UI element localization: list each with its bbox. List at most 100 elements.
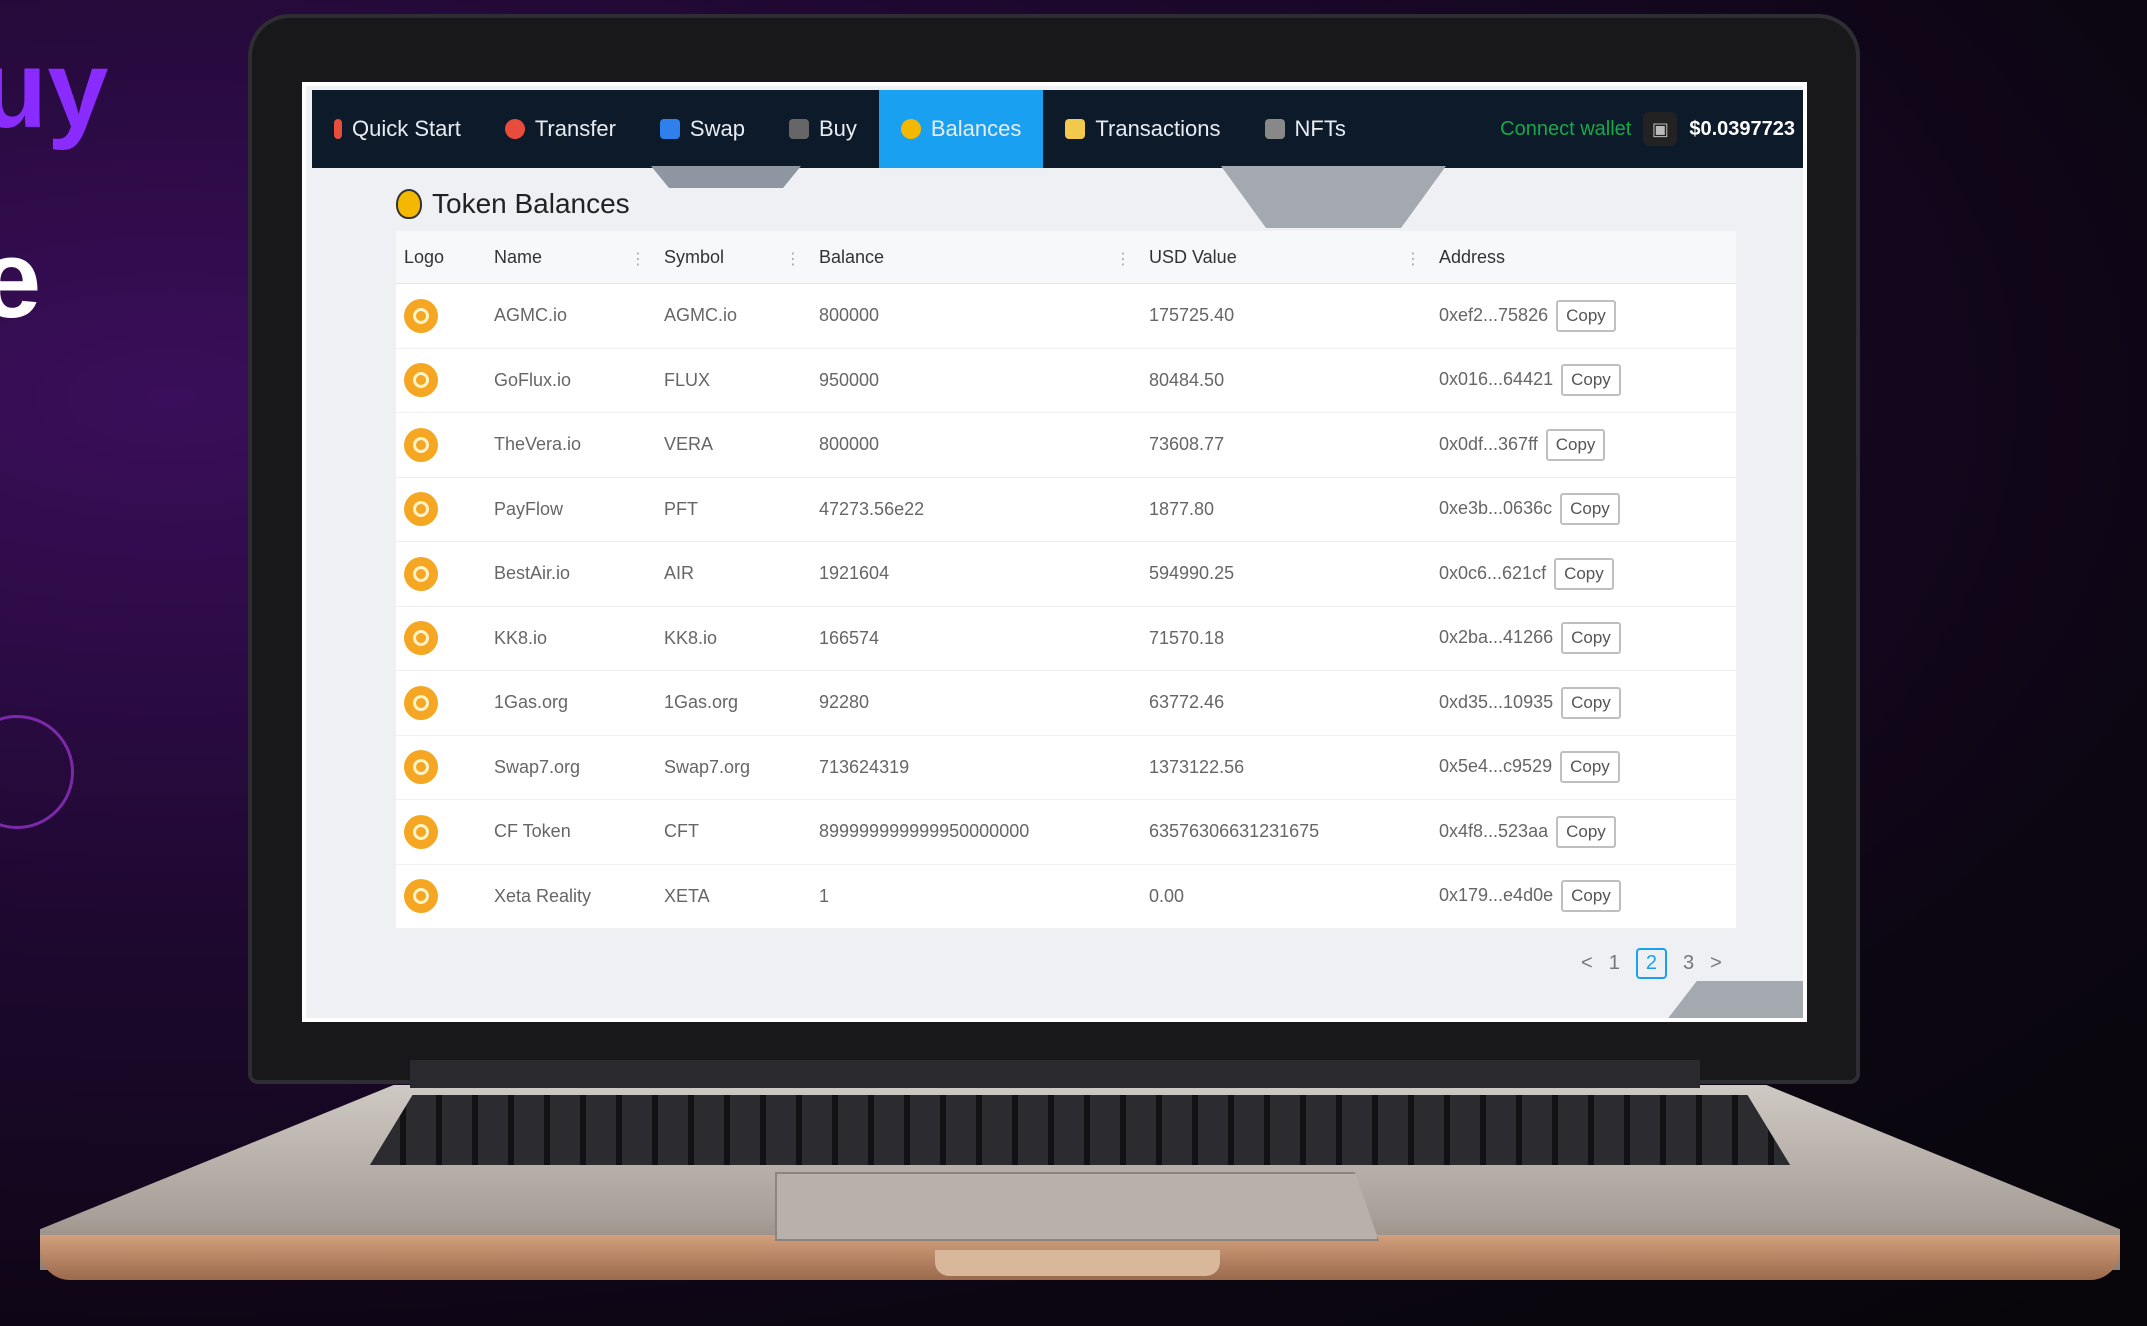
- tab-buy[interactable]: Buy: [767, 90, 879, 168]
- buy-icon: [788, 119, 809, 139]
- tab-swap[interactable]: Swap: [638, 90, 767, 168]
- token-logo-icon: [404, 556, 438, 591]
- cell-usd-value: 63772.46: [1141, 670, 1431, 736]
- cell-name: BestAir.io: [486, 541, 656, 607]
- cell-symbol: XETA: [656, 864, 811, 929]
- page-3-button[interactable]: 3: [1683, 952, 1694, 975]
- copy-button[interactable]: Copy: [1556, 299, 1616, 332]
- cell-symbol: Swap7.org: [656, 735, 811, 800]
- page-1-button[interactable]: 1: [1609, 952, 1620, 975]
- tab-label: NFTs: [1294, 116, 1346, 141]
- copy-button[interactable]: Copy: [1560, 751, 1620, 784]
- cell-address: 0x0df...367ff Copy: [1431, 412, 1736, 478]
- cell-name: CF Token: [486, 799, 656, 865]
- wallet-icon[interactable]: ▣: [1643, 112, 1678, 146]
- sort-icon[interactable]: ⋮: [1115, 249, 1131, 269]
- header-label: USD Value: [1149, 246, 1237, 267]
- sort-icon[interactable]: ⋮: [1405, 249, 1421, 269]
- balances-table-container: Logo Name ⋮ Symbol ⋮ Balance ⋮ USD Value ⋮ A…: [396, 231, 1736, 929]
- coin-bag-icon: [396, 189, 422, 219]
- column-header-balance[interactable]: Balance ⋮: [811, 231, 1141, 284]
- cell-address: 0x0c6...621cf Copy: [1431, 541, 1736, 607]
- cell-balance: 800000: [811, 412, 1141, 478]
- cell-usd-value: 1373122.56: [1141, 735, 1431, 800]
- decorative-shape: [1221, 166, 1446, 228]
- address-text: 0x2ba...41266: [1439, 627, 1554, 648]
- cell-balance: 1: [811, 864, 1141, 929]
- copy-button[interactable]: Copy: [1560, 493, 1620, 526]
- cell-logo: [396, 412, 486, 478]
- cell-logo: [396, 670, 486, 736]
- swap-icon: [659, 119, 680, 139]
- table-row: KK8.io KK8.io 166574 71570.18 0x2ba...41…: [396, 606, 1736, 671]
- nav-right: Connect wallet ▣ $0.0397723: [1500, 112, 1803, 146]
- cell-address: 0x5e4...c9529 Copy: [1431, 735, 1736, 800]
- token-logo-icon: [404, 621, 438, 656]
- token-logo-icon: [404, 750, 438, 785]
- table-header-row: Logo Name ⋮ Symbol ⋮ Balance ⋮ USD Value ⋮ A…: [396, 231, 1736, 284]
- token-logo-icon: [404, 879, 438, 914]
- copy-button[interactable]: Copy: [1545, 428, 1606, 461]
- cell-usd-value: 80484.50: [1141, 348, 1431, 413]
- decorative-ring: [0, 715, 74, 829]
- cell-logo: [396, 606, 486, 671]
- tab-transactions[interactable]: Transactions: [1043, 90, 1242, 168]
- cell-logo: [396, 541, 486, 607]
- column-header-symbol[interactable]: Symbol ⋮: [656, 231, 811, 284]
- cell-address: 0xe3b...0636c Copy: [1431, 477, 1736, 542]
- token-logo-icon: [404, 492, 438, 527]
- transactions-icon: [1065, 119, 1086, 139]
- copy-button[interactable]: Copy: [1561, 686, 1621, 719]
- tab-transfer[interactable]: Transfer: [483, 90, 638, 168]
- copy-button[interactable]: Copy: [1556, 815, 1616, 848]
- cell-balance: 1921604: [811, 541, 1141, 607]
- tab-balances[interactable]: Balances: [878, 90, 1044, 168]
- pagination-next-button[interactable]: >: [1710, 952, 1722, 975]
- tab-nfts[interactable]: NFTs: [1243, 90, 1368, 168]
- hero-heading-line1: uy: [0, 28, 109, 151]
- table-row: AGMC.io AGMC.io 800000 175725.40 0xef2..…: [396, 283, 1736, 349]
- copy-button[interactable]: Copy: [1561, 880, 1621, 913]
- table-row: BestAir.io AIR 1921604 594990.25 0x0c6..…: [396, 541, 1736, 607]
- cell-name: GoFlux.io: [486, 348, 656, 413]
- hero-heading-line2: e: [0, 218, 42, 341]
- decorative-shape: [651, 166, 801, 188]
- cell-usd-value: 1877.80: [1141, 477, 1431, 542]
- address-text: 0x0df...367ff: [1439, 433, 1538, 454]
- pagination-prev-button[interactable]: <: [1581, 952, 1593, 975]
- cell-address: 0xd35...10935 Copy: [1431, 670, 1736, 736]
- copy-button[interactable]: Copy: [1561, 364, 1621, 397]
- sort-icon[interactable]: ⋮: [630, 249, 646, 269]
- cell-usd-value: 71570.18: [1141, 606, 1431, 671]
- decorative-shape: [1666, 981, 1803, 1018]
- token-logo-icon: [404, 298, 438, 333]
- cell-balance: 92280: [811, 670, 1141, 736]
- page-2-button[interactable]: 2: [1635, 948, 1667, 979]
- cell-usd-value: 594990.25: [1141, 541, 1431, 607]
- column-header-usd-value[interactable]: USD Value ⋮: [1141, 231, 1431, 284]
- cell-name: Swap7.org: [486, 735, 656, 800]
- token-logo-icon: [404, 814, 438, 849]
- sort-icon[interactable]: ⋮: [785, 249, 801, 269]
- column-header-name[interactable]: Name ⋮: [486, 231, 656, 284]
- cell-address: 0x4f8...523aa Copy: [1431, 799, 1736, 865]
- cell-logo: [396, 735, 486, 800]
- token-logo-icon: [404, 427, 438, 462]
- laptop-notch: [935, 1250, 1220, 1276]
- tab-quick-start[interactable]: Quick Start: [312, 90, 483, 168]
- cell-usd-value: 175725.40: [1141, 283, 1431, 349]
- laptop-trackpad: [775, 1172, 1379, 1241]
- cell-symbol: PFT: [656, 477, 811, 542]
- copy-button[interactable]: Copy: [1554, 557, 1614, 590]
- cell-name: AGMC.io: [486, 283, 656, 349]
- header-label: Logo: [404, 246, 445, 267]
- connect-wallet-link[interactable]: Connect wallet: [1500, 118, 1631, 141]
- cell-name: Xeta Reality: [486, 864, 656, 929]
- cell-balance: 713624319: [811, 735, 1141, 800]
- address-text: 0x4f8...523aa: [1439, 820, 1549, 841]
- cell-symbol: KK8.io: [656, 606, 811, 671]
- copy-button[interactable]: Copy: [1561, 622, 1621, 655]
- laptop-screen: Quick Start Transfer Swap Buy Balances T…: [302, 82, 1807, 1022]
- cell-address: 0x016...64421 Copy: [1431, 348, 1736, 413]
- token-price: $0.0397723: [1689, 117, 1795, 140]
